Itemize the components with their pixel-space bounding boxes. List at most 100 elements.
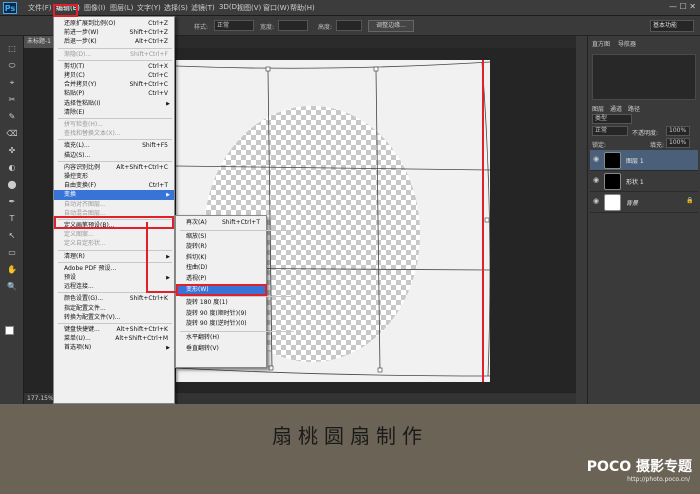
menu-separator [58,261,172,263]
layer-kind-filter[interactable]: 类型 [592,114,632,124]
menu-separator [58,47,172,49]
menu-separator [58,160,172,162]
opacity-input[interactable]: 100% [666,126,690,136]
layer-row-layer1[interactable]: ◉ 图层 1 [590,150,698,171]
edit-menu-item-42[interactable]: 首选项(N) ▶ [54,343,174,353]
menu-item-label: 缩放(S) [186,232,207,240]
edit-menu-item-28[interactable]: 定义自定形状... [54,239,174,249]
eye-icon[interactable]: ◉ [593,155,599,163]
layer-row-background[interactable]: ◉ 背景 🔒 [590,192,698,213]
edit-menu-item-2[interactable]: 后退一步(K) Alt+Ctrl+Z [54,37,174,47]
window-controls[interactable]: — ☐ ✕ [669,2,696,11]
blend-mode-select[interactable]: 正常 [592,126,628,136]
transform-sub-item-14[interactable]: 垂直翻转(V) [176,344,266,354]
pen-tool-icon[interactable]: ✒ [6,197,18,207]
submenu-arrow-icon: ▶ [166,253,170,260]
tab-layers[interactable]: 图层 [592,104,604,113]
transform-sub-item-11[interactable]: 旋转 90 度(逆时针)(0) [176,319,266,329]
dodge-tool-icon[interactable]: ◐ [6,163,18,173]
edit-menu-item-30[interactable]: 清理(R) ▶ [54,252,174,262]
menu-separator [58,249,172,251]
eye-icon[interactable]: ◉ [593,176,599,184]
menu-item-label: 清理(R) [64,252,85,260]
menu-item-label: 转换为配置文件(V)... [64,313,121,321]
brand-url: http://photo.poco.cn/ [627,476,690,483]
foreground-color-swatch[interactable] [5,326,14,335]
document-tab[interactable]: 未标题-1 [24,36,56,48]
width-input[interactable] [278,20,308,31]
workspace-select[interactable]: 基本功能 [650,20,694,32]
annotation-warp-item [176,284,267,296]
layer-name: 背景 [626,200,639,207]
hand-tool-icon[interactable]: ✋ [6,265,18,275]
eraser-tool-icon[interactable]: ⌫ [6,129,18,139]
edit-menu-item-17[interactable]: 描边(S)... [54,151,174,161]
menu-item-shortcut: Shift+Ctrl+T [221,219,260,226]
menu-6[interactable]: 滤镜(T) [191,3,215,13]
menu-9[interactable]: 窗口(W) [263,3,289,13]
annotation-edit-menu [53,4,78,17]
menu-4[interactable]: 文字(Y) [137,3,161,13]
menu-8[interactable]: 视图(V) [237,3,261,13]
type-tool-icon[interactable]: T [6,214,18,224]
tab-navigator[interactable]: 导航器 [618,39,636,48]
zoom-level[interactable]: 177.15% [27,395,54,402]
transform-sub-item-0[interactable]: 再次(A) Shift+Ctrl+T [176,218,266,228]
menu-separator [180,296,294,298]
edit-menu-item-38[interactable]: 转换为配置文件(V)... [54,313,174,323]
tab-channels[interactable]: 通道 [610,104,622,113]
menu-separator [180,331,294,332]
heal-tool-icon[interactable]: ✜ [6,146,18,156]
menu-3[interactable]: 图层(L) [110,3,133,13]
layer-name: 图层 1 [626,158,644,165]
eye-icon[interactable]: ◉ [593,197,599,205]
path-select-tool-icon[interactable]: ↖ [6,231,18,241]
histogram [592,54,696,100]
transform-sub-item-9[interactable]: 旋转 180 度(1) [176,298,266,308]
edit-menu-item-14[interactable]: 查找和替换文本(X)... [54,129,174,139]
menu-item-label: 旋转 180 度(1) [186,299,228,307]
shape-tool-icon[interactable]: ▭ [6,248,18,258]
transform-sub-item-3[interactable]: 旋转(R) [176,242,266,252]
tab-paths[interactable]: 路径 [628,104,640,113]
marquee-tool-icon[interactable]: ⬚ [6,44,18,54]
transform-sub-item-2[interactable]: 缩放(S) [176,232,266,242]
blur-tool-icon[interactable]: ⬤ [6,180,18,190]
transform-sub-item-6[interactable]: 透视(P) [176,274,266,284]
menu-item-label: 旋转 90 度(逆时针)(0) [186,320,247,328]
style-label: 样式: [194,24,209,31]
fill-input[interactable]: 100% [666,138,690,148]
menu-2[interactable]: 图像(I) [84,3,106,13]
adjust-edge-button[interactable]: 调整边缘... [368,20,414,32]
opacity-label: 不透明度: [632,130,659,137]
transform-sub-item-5[interactable]: 扭曲(D) [176,263,266,273]
transform-sub-item-10[interactable]: 旋转 90 度(顺时针)(9) [176,309,266,319]
lasso-tool-icon[interactable]: ⬭ [6,61,18,71]
crop-tool-icon[interactable]: ⌖ [6,78,18,88]
menu-item-label: 描边(S)... [64,151,91,159]
annotation-transform-item [54,216,174,229]
menu-5[interactable]: 选择(S) [164,3,188,13]
transform-sub-item-13[interactable]: 水平翻转(H) [176,333,266,343]
ps-logo: Ps [3,2,17,14]
tab-histogram[interactable]: 直方图 [592,39,610,48]
menu-item-label: 渐隐(D)... [64,50,92,58]
photoshop-window: Ps 文件(F) 编辑(E) 图像(I) 图层(L) 文字(Y) 选择(S) 滤镜(T) 3D… [0,0,700,404]
layer-thumb [604,152,621,169]
brush-tool-icon[interactable]: ✎ [6,112,18,122]
layer-row-shape1[interactable]: ◉ 形状 1 [590,171,698,192]
style-select[interactable]: 正常 [214,20,254,31]
menu-item-label: 旋转(R) [186,243,207,251]
transform-sub-item-4[interactable]: 斜切(K) [176,253,266,263]
edit-menu-item-4[interactable]: 渐隐(D)... Shift+Ctrl+F [54,50,174,60]
zoom-tool-icon[interactable]: 🔍 [6,282,18,292]
menu-10[interactable]: 帮助(H) [290,3,315,13]
menu-separator [180,229,294,231]
menu-0[interactable]: 文件(F) [28,3,52,13]
layer-thumb [604,194,621,211]
menu-item-label: 查找和替换文本(X)... [64,130,121,138]
height-input[interactable] [336,20,362,31]
edit-menu-item-11[interactable]: 清除(E) [54,108,174,118]
slice-tool-icon[interactable]: ✂ [6,95,18,105]
tools-panel: ⬚ ⬭ ⌖ ✂ ✎ ⌫ ✜ ◐ ⬤ ✒ T ↖ ▭ ✋ 🔍 [0,36,24,404]
